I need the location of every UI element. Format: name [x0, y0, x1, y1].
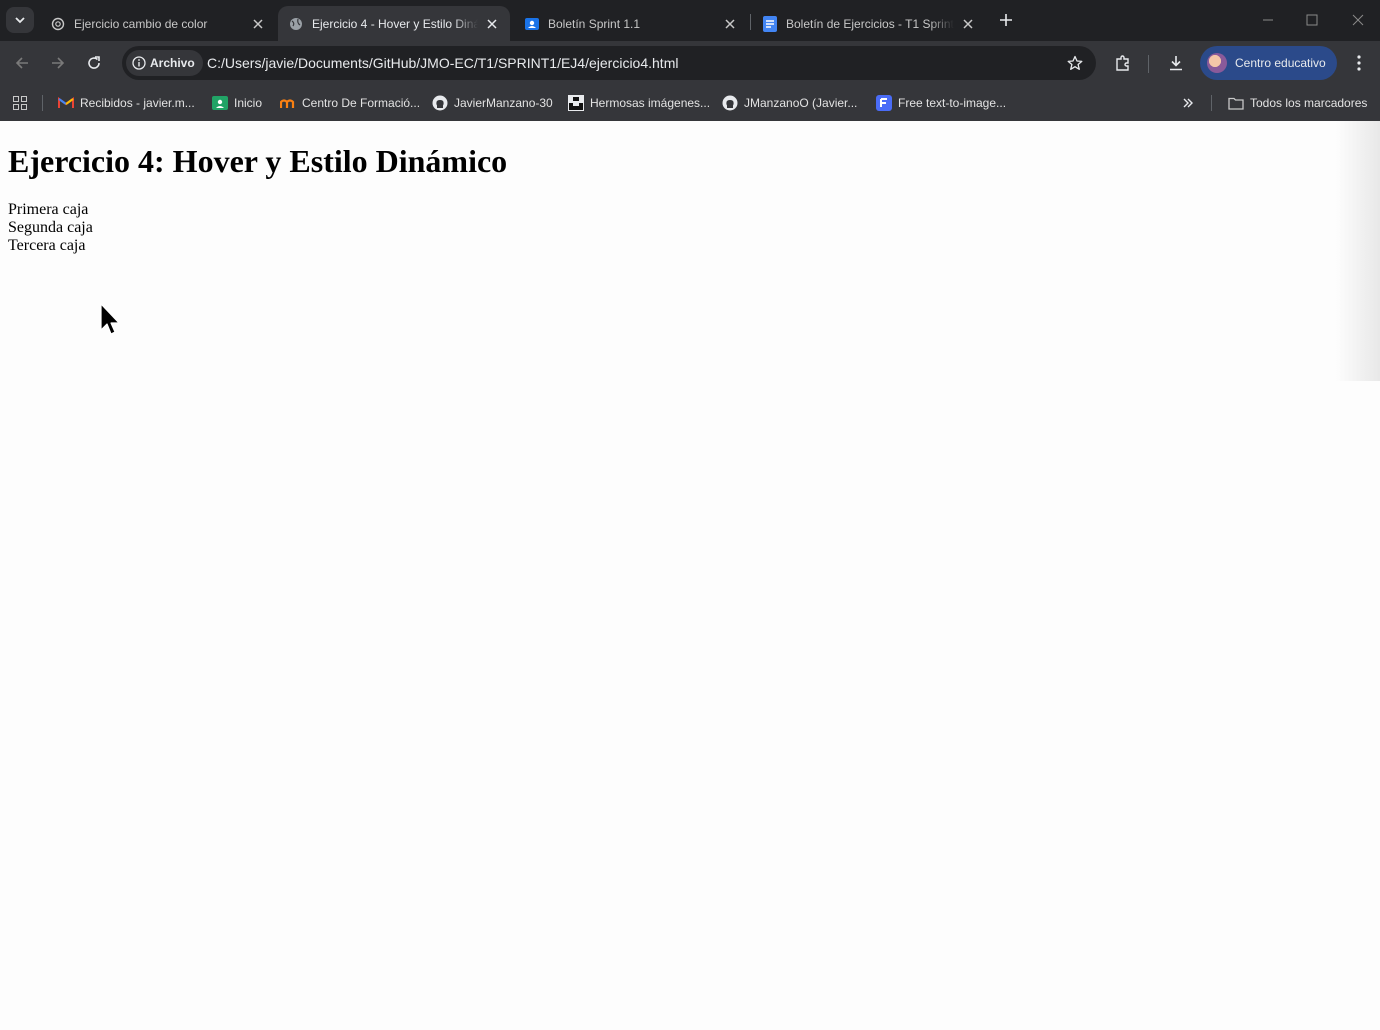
box-tercera[interactable]: Tercera caja	[8, 237, 93, 255]
site-info-chip[interactable]: Archivo	[126, 50, 203, 76]
bookmarks-separator	[1211, 95, 1212, 111]
avatar	[1207, 53, 1227, 73]
back-button[interactable]	[10, 51, 34, 75]
tab-ejercicio-4[interactable]: Ejercicio 4 - Hover y Estilo Dinámico	[278, 6, 510, 41]
bookmark-label: Inicio	[234, 96, 263, 110]
minimize-icon	[1263, 19, 1273, 21]
close-window-button[interactable]	[1348, 10, 1368, 30]
arrow-left-icon	[15, 57, 28, 69]
bookmarks-bar: Recibidos - javier.m... Inicio Centro De…	[0, 85, 1380, 122]
star-icon	[1067, 55, 1083, 70]
gmail-icon	[58, 95, 74, 111]
tab-search-button[interactable]	[6, 7, 34, 33]
browser-toolbar: Archivo C:/Users/javie/Documents/GitHub/…	[0, 41, 1380, 85]
bookmark-item-recibidos[interactable]: Recibidos - javier.m...	[58, 92, 195, 114]
unsplash-icon	[568, 95, 584, 111]
profile-button[interactable]: Centro educativo	[1200, 46, 1337, 80]
more-bookmarks-button[interactable]	[1180, 92, 1196, 114]
url-text[interactable]: C:/Users/javie/Documents/GitHub/JMO-EC/T…	[207, 55, 678, 71]
plus-icon	[1000, 14, 1012, 26]
address-bar[interactable]: Archivo C:/Users/javie/Documents/GitHub/…	[122, 46, 1096, 80]
puzzle-icon	[1116, 55, 1129, 71]
box-segunda[interactable]: Segunda caja	[8, 219, 93, 237]
forms-icon	[876, 95, 892, 111]
reload-button[interactable]	[82, 51, 106, 75]
classroom-icon	[524, 16, 540, 32]
maximize-button[interactable]	[1302, 10, 1322, 30]
tab-strip: Ejercicio cambio de color Ejercicio 4 - …	[0, 0, 1380, 41]
bookmark-label: Free text-to-image...	[898, 96, 1007, 110]
mouse-cursor-icon	[100, 303, 120, 335]
more-vertical-icon	[1357, 55, 1361, 71]
close-tab-icon[interactable]	[960, 16, 976, 32]
moodle-icon	[280, 95, 296, 111]
download-icon	[1170, 56, 1182, 71]
close-tab-icon[interactable]	[722, 16, 738, 32]
toolbar-separator	[1148, 55, 1149, 73]
docs-icon	[762, 15, 778, 32]
github-icon	[432, 95, 448, 111]
apps-grid-icon	[12, 95, 28, 111]
bookmark-item-free-text-to-image[interactable]: Free text-to-image...	[876, 92, 1006, 114]
browser-menu-button[interactable]	[1349, 52, 1369, 74]
bookmark-label: Centro De Formació...	[302, 96, 421, 110]
profile-label: Centro educativo	[1235, 56, 1326, 70]
folder-icon	[1228, 95, 1244, 111]
downloads-button[interactable]	[1165, 52, 1187, 74]
tab-separator	[750, 14, 751, 30]
box-list: Primera caja Segunda caja Tercera caja	[8, 201, 93, 255]
scroll-edge-shadow	[1336, 121, 1380, 381]
page-title: Ejercicio 4: Hover y Estilo Dinámico	[8, 143, 508, 179]
arrow-right-icon	[52, 57, 65, 69]
bookmark-item-javiermanzano[interactable]: JavierManzano-30	[432, 92, 553, 114]
bookmark-item-inicio[interactable]: Inicio	[212, 92, 262, 114]
new-tab-button[interactable]	[996, 10, 1016, 30]
bookmark-item-hermosas-imagenes[interactable]: Hermosas imágenes...	[568, 92, 710, 114]
tab-boletin-sprint[interactable]: Boletín Sprint 1.1	[514, 6, 748, 41]
close-tab-icon[interactable]	[484, 16, 500, 32]
all-bookmarks-label: Todos los marcadores	[1250, 96, 1368, 110]
bookmark-label: JavierManzano-30	[454, 96, 553, 110]
tab-ejercicio-cambio-color[interactable]: Ejercicio cambio de color	[40, 6, 276, 41]
globe-icon	[288, 16, 304, 32]
bookmarks-separator	[42, 95, 43, 111]
tab-boletin-ejercicios[interactable]: Boletín de Ejercicios - T1 Sprint 1	[752, 6, 986, 41]
tab-title: Ejercicio 4 - Hover y Estilo Dinámico	[312, 16, 478, 31]
tab-title: Boletín Sprint 1.1	[548, 16, 641, 31]
tab-title: Ejercicio cambio de color	[74, 16, 208, 31]
all-bookmarks-button[interactable]: Todos los marcadores	[1228, 92, 1367, 114]
reload-icon	[88, 56, 100, 69]
github-icon	[722, 95, 738, 111]
tab-title: Boletín de Ejercicios - T1 Sprint 1	[786, 16, 954, 31]
apps-button[interactable]	[12, 92, 28, 114]
forward-button[interactable]	[46, 51, 70, 75]
box-primera[interactable]: Primera caja	[8, 201, 93, 219]
close-tab-icon[interactable]	[250, 16, 266, 32]
bookmark-item-jmanzanoo[interactable]: JManzanoO (Javier...	[722, 92, 857, 114]
bookmark-label: Recibidos - javier.m...	[80, 96, 195, 110]
extensions-button[interactable]	[1112, 52, 1134, 74]
bookmark-label: Hermosas imágenes...	[590, 96, 711, 110]
chatgpt-icon	[50, 16, 66, 32]
info-icon	[132, 56, 146, 70]
bookmark-star-button[interactable]	[1066, 54, 1084, 72]
site-info-label: Archivo	[150, 56, 195, 70]
page-content: Ejercicio 4: Hover y Estilo Dinámico Pri…	[0, 121, 1380, 1030]
maximize-icon	[1306, 14, 1318, 26]
bookmark-item-centro-formacion[interactable]: Centro De Formació...	[280, 92, 420, 114]
minimize-button[interactable]	[1258, 10, 1278, 30]
bookmark-label: JManzanoO (Javier...	[744, 96, 858, 110]
classroom-icon	[212, 95, 228, 111]
double-chevron-right-icon	[1180, 95, 1196, 111]
close-icon	[1352, 14, 1364, 26]
chevron-down-icon	[15, 17, 25, 24]
